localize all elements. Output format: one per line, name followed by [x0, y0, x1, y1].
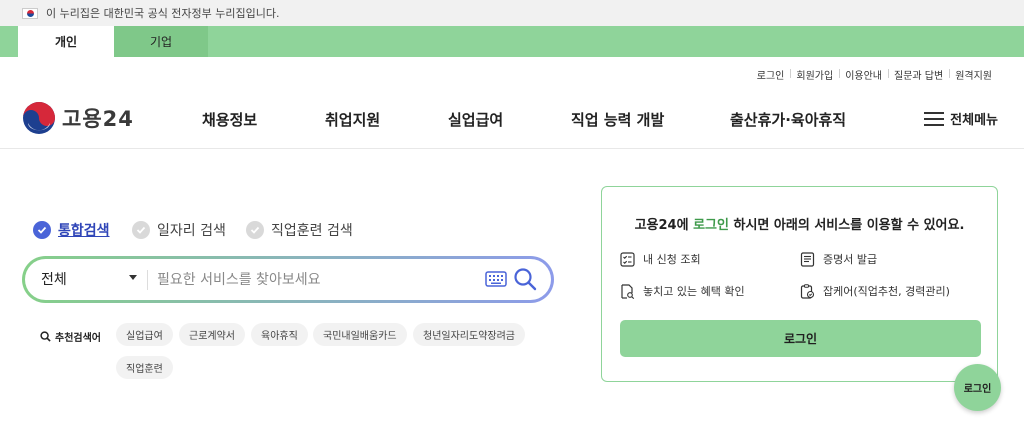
search-type-label: 통합검색 — [58, 223, 110, 239]
service-my-applications[interactable]: 내 신청 조회 — [620, 251, 701, 267]
nav-skill-development[interactable]: 직업 능력 개발 — [571, 109, 664, 130]
check-circle-icon — [132, 221, 150, 239]
gov-banner-text: 이 누리집은 대한민국 공식 전자정부 누리집입니다. — [46, 7, 280, 20]
recommended-label-text: 추천검색어 — [55, 333, 101, 344]
site-logo[interactable]: 고용24 — [22, 101, 134, 135]
search-input[interactable] — [157, 265, 477, 295]
floating-login-button[interactable]: 로그인 — [954, 364, 1001, 411]
check-circle-icon — [33, 221, 51, 239]
search-scope-select[interactable]: 전체 — [41, 269, 141, 289]
keyword-tag[interactable]: 육아휴직 — [251, 323, 308, 346]
virtual-keyboard-icon[interactable] — [485, 271, 507, 287]
keyword-tag[interactable]: 실업급여 — [116, 323, 173, 346]
login-card: 고용24에 로그인 하시면 아래의 서비스를 이용할 수 있어요. 내 신청 조… — [601, 186, 998, 382]
util-remote-support-link[interactable]: 원격지원 — [949, 67, 998, 82]
certificate-icon — [800, 251, 815, 267]
main-header: 고용24 채용정보 취업지원 실업급여 직업 능력 개발 출산휴가·육아휴직 전… — [0, 93, 1024, 149]
search-box: 전체 — [22, 256, 554, 303]
service-label: 증명서 발급 — [823, 253, 878, 266]
keyword-tag[interactable]: 청년일자리도약장려금 — [413, 323, 525, 346]
service-label: 내 신청 조회 — [643, 253, 701, 266]
keyword-tag[interactable]: 직업훈련 — [116, 356, 173, 379]
dropdown-arrow-icon — [129, 275, 137, 280]
all-menu-button[interactable]: 전체메뉴 — [924, 109, 998, 128]
service-jobcare[interactable]: 잡케어(직업추천, 경력관리) — [800, 283, 950, 299]
nav-unemployment-benefit[interactable]: 실업급여 — [448, 109, 503, 130]
tab-business[interactable]: 기업 — [114, 26, 208, 57]
nav-parental-leave[interactable]: 출산휴가·육아휴직 — [730, 109, 846, 130]
checklist-icon — [620, 251, 635, 267]
search-type-label: 직업훈련 검색 — [271, 223, 353, 239]
audience-tab-bar: 개인 기업 — [0, 26, 1024, 57]
service-label: 놓치고 있는 혜택 확인 — [643, 285, 745, 298]
taegeuk-logo-icon — [23, 102, 55, 134]
login-card-message: 고용24에 로그인 하시면 아래의 서비스를 이용할 수 있어요. — [602, 214, 997, 233]
msg-prefix: 고용24에 — [634, 218, 694, 233]
util-signup-link[interactable]: 회원가입 — [790, 67, 839, 82]
hamburger-icon — [924, 111, 945, 126]
service-label: 잡케어(직업추천, 경력관리) — [823, 285, 950, 298]
recommended-keywords-label: 추천검색어 — [40, 329, 101, 344]
nav-employment-support[interactable]: 취업지원 — [325, 109, 380, 130]
keyword-tag[interactable]: 국민내일배움카드 — [313, 323, 407, 346]
search-type-jobs[interactable]: 일자리 검색 — [132, 220, 226, 240]
logo-text: 고용24 — [62, 107, 134, 131]
util-login-link[interactable]: 로그인 — [751, 67, 791, 82]
gov-banner: 이 누리집은 대한민국 공식 전자정부 누리집입니다. — [0, 0, 1024, 26]
msg-suffix: 하시면 아래의 서비스를 이용할 수 있어요. — [728, 218, 965, 233]
document-search-icon — [621, 283, 635, 299]
tab-personal[interactable]: 개인 — [18, 26, 114, 57]
service-certificate[interactable]: 증명서 발급 — [800, 251, 877, 267]
search-box-inner: 전체 — [25, 259, 551, 300]
util-qna-link[interactable]: 질문과 답변 — [888, 67, 949, 82]
all-menu-label: 전체메뉴 — [950, 113, 998, 128]
search-icon[interactable] — [513, 267, 537, 291]
search-type-label: 일자리 검색 — [157, 223, 226, 239]
job-care-icon — [800, 283, 815, 299]
search-type-training[interactable]: 직업훈련 검색 — [246, 220, 353, 240]
korea-flag-icon — [22, 7, 38, 19]
check-circle-icon — [246, 221, 264, 239]
keyword-tag[interactable]: 근로계약서 — [179, 323, 245, 346]
utility-links: 로그인 회원가입 이용안내 질문과 답변 원격지원 — [751, 67, 998, 82]
search-type-integrated[interactable]: 통합검색 — [33, 220, 110, 240]
msg-highlight: 로그인 — [693, 218, 729, 233]
service-missed-benefits[interactable]: 놓치고 있는 혜택 확인 — [620, 283, 745, 299]
util-guide-link[interactable]: 이용안내 — [839, 67, 888, 82]
search-icon — [40, 331, 51, 342]
login-button[interactable]: 로그인 — [620, 320, 981, 357]
nav-jobs[interactable]: 채용정보 — [202, 109, 257, 130]
search-divider — [147, 270, 148, 290]
